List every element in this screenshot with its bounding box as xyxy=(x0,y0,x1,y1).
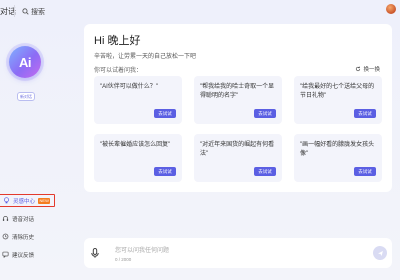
suggestion-text: "画一幅好看的朦胧发女孩头像" xyxy=(300,142,375,157)
refresh-label: 换一换 xyxy=(363,67,380,73)
sidebar-item-label: 清除历史 xyxy=(12,234,35,241)
suggestion-text: "帮我给我的哈士奇取一个显得聪明的名字" xyxy=(200,84,275,99)
suggestion-text: "AI伙伴可以做什么？" xyxy=(100,84,158,90)
suggestion-text: "给我最好的七个送给父母的节日礼物" xyxy=(300,84,375,99)
try-button[interactable]: 去试试 xyxy=(254,167,276,176)
try-button[interactable]: 去试试 xyxy=(254,109,276,118)
logo-text: Ai xyxy=(19,54,32,70)
sidebar-item-label: 灵感中心 xyxy=(13,198,36,205)
suggestions-label: 你可以试着问我： xyxy=(94,68,143,74)
try-button[interactable]: 去试试 xyxy=(154,109,176,118)
greeting-title: Hi 晚上好 xyxy=(94,35,141,47)
welcome-card: Hi 晚上好 辛苦啦，让劳累一天的自己放松一下吧 你可以试着问我： 换一换 "A… xyxy=(84,24,392,192)
try-button[interactable]: 去试试 xyxy=(154,167,176,176)
ai-logo: Ai xyxy=(9,46,41,78)
suggestion-text: "被长辈催婚应该怎么回复" xyxy=(100,142,171,148)
suggestion-card[interactable]: "帮我给我的哈士奇取一个显得聪明的名字" 去试试 xyxy=(194,76,282,124)
sidebar-item-clear-history[interactable]: 清除历史 xyxy=(2,230,34,243)
send-button[interactable] xyxy=(373,246,387,260)
sidebar-item-inspiration[interactable]: 灵感中心 NEW xyxy=(0,194,55,207)
greeting-subtitle: 辛苦啦，让劳累一天的自己放松一下吧 xyxy=(94,54,197,60)
new-chat-button[interactable]: 新对话 xyxy=(17,92,35,101)
try-button[interactable]: 去试试 xyxy=(354,167,376,176)
microphone-icon[interactable] xyxy=(89,247,101,259)
refresh-button[interactable]: 换一换 xyxy=(355,65,380,73)
send-icon xyxy=(377,250,383,256)
suggestion-card[interactable]: "画一幅好看的朦胧发女孩头像" 去试试 xyxy=(294,134,382,182)
sidebar: Ai 新对话 灵感中心 NEW 语音对话 清除历史 建议反馈 xyxy=(0,24,56,280)
suggestion-card[interactable]: "AI伙伴可以做什么？" 去试试 xyxy=(94,76,182,124)
new-badge: NEW xyxy=(38,197,51,204)
bulb-icon xyxy=(3,197,10,204)
sidebar-item-voice[interactable]: 语音对话 xyxy=(2,212,34,225)
character-counter: 0 / 2000 xyxy=(115,257,132,262)
feedback-icon xyxy=(2,251,9,258)
sidebar-item-label: 建议反馈 xyxy=(12,252,35,259)
sidebar-item-feedback[interactable]: 建议反馈 xyxy=(2,248,34,261)
search-label: 搜索 xyxy=(31,8,45,16)
suggestion-card[interactable]: "被长辈催婚应该怎么回复" 去试试 xyxy=(94,134,182,182)
suggestion-card[interactable]: "对近年来国货的崛起有何看法" 去试试 xyxy=(194,134,282,182)
suggestion-card[interactable]: "给我最好的七个送给父母的节日礼物" 去试试 xyxy=(294,76,382,124)
sidebar-item-label: 语音对话 xyxy=(12,216,35,223)
headset-icon xyxy=(2,215,9,222)
top-divider xyxy=(14,5,15,17)
search-button[interactable]: 搜索 xyxy=(22,5,45,18)
refresh-icon xyxy=(356,66,361,72)
top-bar: 对话 搜索 xyxy=(0,0,400,24)
try-button[interactable]: 去试试 xyxy=(354,109,376,118)
chat-input[interactable]: 您可以问我任何问题 xyxy=(115,245,169,254)
search-icon xyxy=(22,8,29,15)
chat-input-area: 您可以问我任何问题 0 / 2000 xyxy=(84,238,392,268)
suggestion-text: "对近年来国货的崛起有何看法" xyxy=(200,142,275,157)
user-avatar[interactable] xyxy=(386,4,396,14)
clear-history-icon xyxy=(2,233,9,240)
